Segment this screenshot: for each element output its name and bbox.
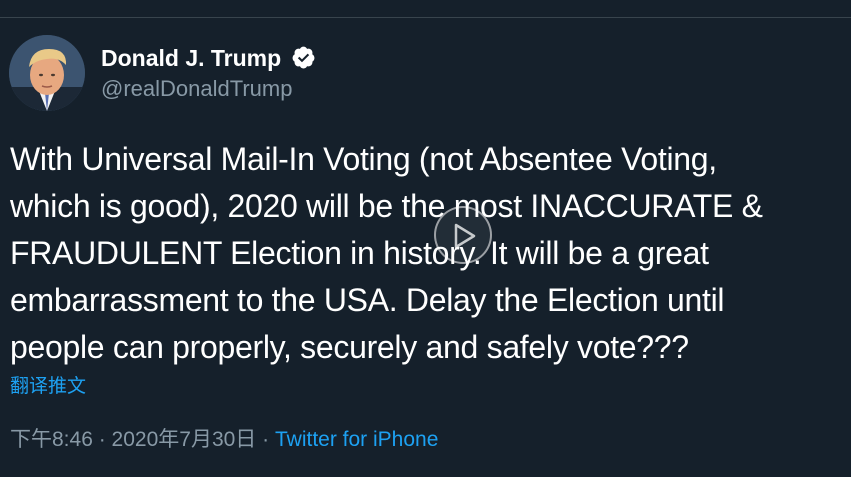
translate-tweet-link[interactable]: 翻译推文 [10,375,86,399]
verified-badge-icon [292,46,315,69]
play-icon [454,223,476,249]
tweet-card: Donald J. Trump @realDonaldTrump With Un… [0,0,851,477]
author-handle[interactable]: @realDonaldTrump [101,75,292,102]
author-name[interactable]: Donald J. Trump [101,44,281,72]
tweet-meta: 下午8:46 · 2020年7月30日 · Twitter for iPhone [10,427,438,453]
tweet-date[interactable]: 2020年7月30日 [112,428,257,451]
tweet-text: With Universal Mail-In Voting (not Absen… [10,141,763,365]
top-divider [0,17,851,18]
meta-separator: · [256,428,275,451]
meta-separator: · [92,428,112,451]
tweet-time[interactable]: 下午8:46 [10,428,93,451]
tweet-source-link[interactable]: Twitter for iPhone [275,428,438,451]
avatar[interactable] [9,35,85,111]
avatar-image [9,35,85,111]
video-play-button[interactable] [434,206,492,264]
